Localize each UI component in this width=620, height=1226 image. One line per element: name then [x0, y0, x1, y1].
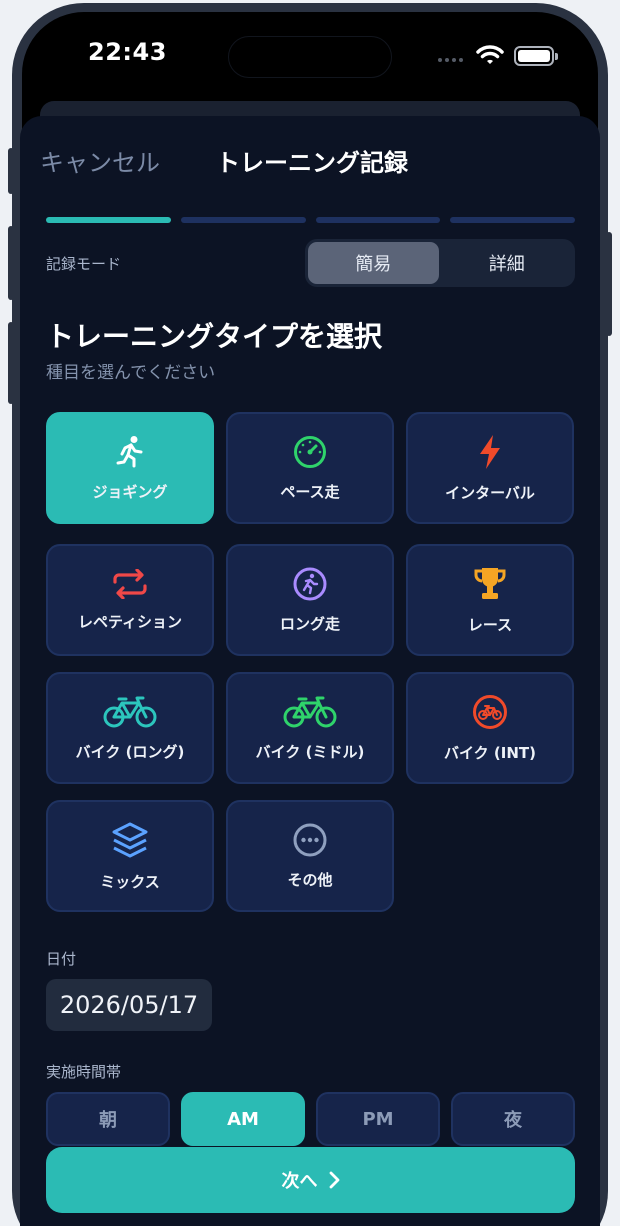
date-picker[interactable]: 2026/05/17 — [46, 979, 212, 1031]
tile-label: バイク (INT) — [443, 743, 536, 762]
type-bike-middle-tile[interactable]: バイク (ミドル) — [226, 672, 394, 784]
runner-circle-icon — [293, 567, 327, 600]
tile-label: レース — [467, 615, 513, 634]
type-mix-tile[interactable]: ミックス — [46, 800, 214, 912]
type-long-run-tile[interactable]: ロング走 — [226, 544, 394, 656]
signal-icon — [438, 58, 463, 62]
bicycle-icon — [283, 696, 337, 727]
side-button — [8, 148, 14, 194]
more-circle-icon — [293, 823, 327, 856]
type-jogging-tile[interactable]: ジョギング — [46, 412, 214, 524]
running-person-icon — [116, 435, 143, 467]
bicycle-circle-icon — [473, 694, 507, 729]
time-am-option[interactable]: AM — [181, 1092, 305, 1146]
type-other-tile[interactable]: その他 — [226, 800, 394, 912]
progress-step — [180, 217, 306, 223]
repeat-icon — [113, 568, 147, 599]
page-title: トレーニング記録 — [216, 149, 408, 177]
tile-label: バイク (ミドル) — [255, 742, 365, 761]
section-subtitle: 種目を選んでください — [46, 363, 216, 383]
next-button[interactable]: 次へ — [46, 1147, 575, 1213]
cancel-button[interactable]: キャンセル — [40, 143, 160, 178]
stopwatch-icon — [294, 435, 326, 468]
lightning-icon — [480, 434, 500, 469]
side-button — [8, 322, 14, 404]
section-title: トレーニングタイプを選択 — [46, 320, 383, 353]
type-repetition-tile[interactable]: レペティション — [46, 544, 214, 656]
side-button — [8, 226, 14, 300]
record-mode-toggle: 簡易 詳細 — [305, 239, 575, 287]
time-of-day-label: 実施時間帯 — [46, 1063, 122, 1081]
trophy-icon — [474, 567, 506, 599]
time-night-option[interactable]: 夜 — [451, 1092, 575, 1146]
time-morning-option[interactable]: 朝 — [46, 1092, 170, 1146]
chevron-right-icon — [329, 1171, 339, 1189]
tile-label: レペティション — [77, 612, 183, 631]
time-pm-option[interactable]: PM — [316, 1092, 440, 1146]
mode-simple-option[interactable]: 簡易 — [308, 242, 439, 284]
layers-icon — [112, 822, 148, 857]
wifi-icon — [476, 45, 504, 64]
progress-step — [315, 217, 441, 223]
side-button — [606, 232, 612, 336]
type-bike-int-tile[interactable]: バイク (INT) — [406, 672, 574, 784]
type-bike-long-tile[interactable]: バイク (ロング) — [46, 672, 214, 784]
type-race-tile[interactable]: レース — [406, 544, 574, 656]
status-time: 22:43 — [88, 38, 167, 66]
next-button-label: 次へ — [281, 1171, 318, 1192]
type-pace-run-tile[interactable]: ペース走 — [226, 412, 394, 524]
tile-label: ジョギング — [92, 482, 168, 501]
tile-label: ペース走 — [280, 482, 340, 501]
progress-step — [46, 217, 171, 223]
step-progress — [46, 217, 575, 223]
tile-label: インターバル — [445, 483, 535, 502]
bicycle-icon — [103, 696, 157, 727]
date-label: 日付 — [46, 950, 77, 968]
tile-label: その他 — [287, 870, 333, 889]
record-mode-label: 記録モード — [46, 255, 122, 273]
tile-label: ロング走 — [279, 614, 340, 633]
tile-label: バイク (ロング) — [75, 742, 185, 761]
type-interval-tile[interactable]: インターバル — [406, 412, 574, 524]
progress-step — [450, 217, 575, 223]
tile-label: ミックス — [100, 872, 160, 891]
dynamic-island — [228, 36, 392, 78]
mode-detail-option[interactable]: 詳細 — [442, 242, 573, 284]
battery-icon — [514, 46, 558, 66]
